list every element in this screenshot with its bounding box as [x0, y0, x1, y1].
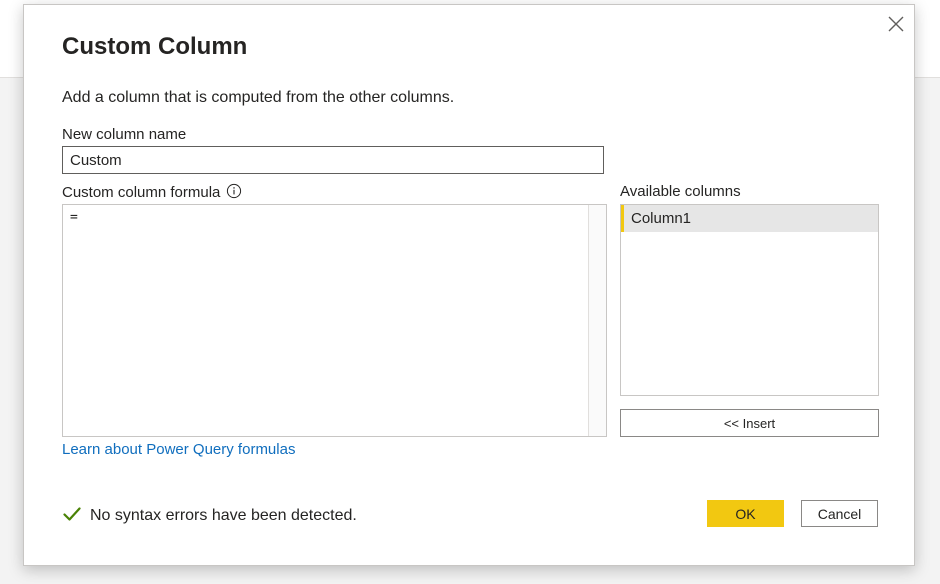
new-column-name-label: New column name	[62, 126, 187, 143]
custom-column-formula-label: Custom column formula	[62, 184, 221, 201]
learn-power-query-link[interactable]: Learn about Power Query formulas	[62, 441, 295, 458]
formula-input[interactable]: =	[70, 210, 580, 430]
custom-column-dialog: Custom Column Add a column that is compu…	[23, 4, 915, 566]
syntax-status: No syntax errors have been detected.	[62, 504, 357, 528]
available-columns-label: Available columns	[620, 183, 741, 200]
close-button[interactable]	[884, 12, 908, 36]
new-column-name-input[interactable]	[62, 146, 604, 174]
close-icon	[888, 16, 904, 32]
cancel-button[interactable]: Cancel	[801, 500, 878, 527]
dialog-title: Custom Column	[62, 33, 248, 60]
list-item-column1[interactable]: Column1	[621, 205, 878, 232]
formula-editor[interactable]: =	[62, 204, 607, 437]
info-icon[interactable]	[226, 183, 242, 203]
formula-label-row: Custom column formula	[62, 183, 242, 203]
formula-scrollbar[interactable]	[588, 205, 606, 436]
insert-button[interactable]: << Insert	[620, 409, 879, 437]
dialog-subtitle: Add a column that is computed from the o…	[62, 89, 455, 106]
ok-button[interactable]: OK	[707, 500, 784, 527]
available-columns-list[interactable]: Column1	[620, 204, 879, 396]
checkmark-icon	[62, 504, 82, 529]
syntax-status-text: No syntax errors have been detected.	[90, 507, 357, 524]
